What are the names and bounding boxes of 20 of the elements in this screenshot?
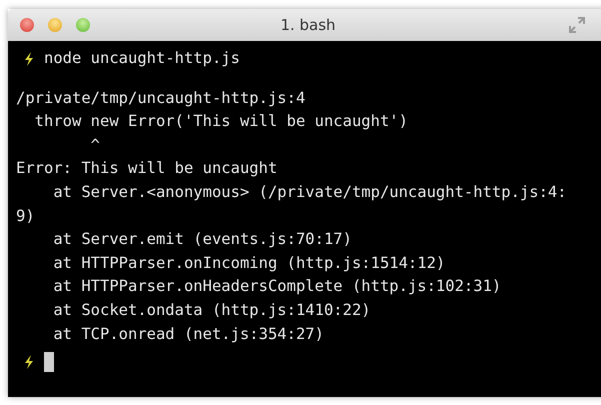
output-line: ^ — [90, 134, 101, 156]
output-line: Error: This will be uncaught — [16, 158, 278, 180]
output-line: at Server.emit (events.js:70:17) — [52, 229, 353, 250]
output-line: at HTTPParser.onHeadersComplete (http.js:102:31) — [52, 276, 502, 298]
output-line: at HTTPParser.onIncoming (http.js:1514:12) — [52, 252, 446, 274]
text-cursor — [44, 352, 54, 372]
zoom-button[interactable] — [76, 18, 90, 32]
window-title: 1. bash — [279, 16, 337, 34]
close-button[interactable] — [20, 18, 34, 32]
lightning-icon — [24, 354, 34, 369]
command-text: node uncaught-http.js — [44, 48, 240, 69]
output-line: 9) — [16, 206, 36, 227]
output-line: at Server.<anonymous> (/private/tmp/uncaught-http.js:4: — [52, 182, 568, 203]
output-line: /private/tmp/uncaught-http.js:4 — [16, 88, 306, 109]
lightning-icon — [24, 52, 34, 66]
output-line: at TCP.onread (net.js:354:27) — [52, 324, 325, 345]
output-line: throw new Error('This will be uncaught') — [34, 111, 409, 132]
output-line: at Socket.ondata (http.js:1410:22) — [52, 300, 372, 321]
fullscreen-icon[interactable] — [568, 16, 586, 34]
minimize-button[interactable] — [48, 18, 62, 32]
